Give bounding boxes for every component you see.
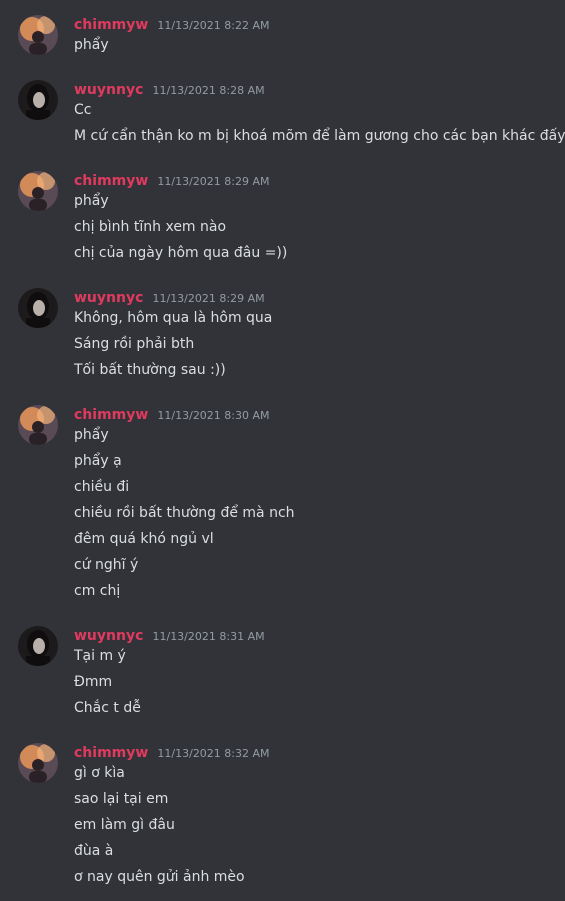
message-text: phẩy	[74, 193, 109, 209]
username[interactable]: wuynnyc	[74, 290, 143, 306]
message-header: chimmyw 11/13/2021 8:29 AM	[74, 171, 270, 189]
timestamp: 11/13/2021 8:32 AM	[157, 747, 270, 760]
message-text: đêm quá khó ngủ vl	[74, 531, 214, 547]
username[interactable]: chimmyw	[74, 407, 148, 423]
timestamp: 11/13/2021 8:30 AM	[157, 409, 270, 422]
message-text: chị bình tĩnh xem nào	[74, 219, 227, 235]
avatar[interactable]	[18, 288, 58, 328]
username[interactable]: chimmyw	[74, 173, 148, 189]
message-text: cm chị	[74, 583, 121, 599]
timestamp: 11/13/2021 8:31 AM	[152, 630, 265, 643]
message-header: chimmyw 11/13/2021 8:22 AM	[74, 15, 270, 33]
message-header: chimmyw 11/13/2021 8:32 AM	[74, 743, 270, 761]
message-header: wuynnyc 11/13/2021 8:29 AM	[74, 288, 265, 306]
message-text: Sáng rồi phải bth	[74, 336, 195, 352]
message-text: chiều đi	[74, 479, 130, 495]
message-header: wuynnyc 11/13/2021 8:28 AM	[74, 80, 265, 98]
message-text: Tối bất thường sau :))	[74, 362, 226, 378]
username[interactable]: chimmyw	[74, 745, 148, 761]
message-text: Chắc t dễ	[74, 700, 141, 716]
message-text: sao lại tại em	[74, 791, 169, 807]
message-text: chiều rồi bất thường để mà nch	[74, 505, 295, 521]
message-text: đùa à	[74, 843, 114, 859]
message-text: Đmm	[74, 674, 113, 690]
message-text: Cc	[74, 102, 92, 118]
message-text: M cứ cẩn thận ko m bị khoá mõm để làm gư…	[74, 128, 565, 144]
message-text: chị của ngày hôm qua đâu =))	[74, 245, 288, 261]
message-text: phẩy	[74, 427, 109, 443]
avatar[interactable]	[18, 15, 58, 55]
avatar[interactable]	[18, 743, 58, 783]
message-text: gì ơ kìa	[74, 765, 125, 781]
message-text: cứ nghĩ ý	[74, 557, 139, 573]
message-text: phẩy ạ	[74, 453, 122, 469]
avatar[interactable]	[18, 405, 58, 445]
avatar[interactable]	[18, 171, 58, 211]
username[interactable]: chimmyw	[74, 17, 148, 33]
username[interactable]: wuynnyc	[74, 82, 143, 98]
message-header: wuynnyc 11/13/2021 8:31 AM	[74, 626, 265, 644]
message-header: chimmyw 11/13/2021 8:30 AM	[74, 405, 270, 423]
message-text: Không, hôm qua là hôm qua	[74, 310, 273, 326]
message-text: Tại m ý	[74, 648, 126, 664]
username[interactable]: wuynnyc	[74, 628, 143, 644]
message-text: em làm gì đâu	[74, 817, 175, 833]
message-text: ơ nay quên gửi ảnh mèo	[74, 869, 245, 885]
avatar[interactable]	[18, 626, 58, 666]
message-text: phẩy	[74, 37, 109, 53]
timestamp: 11/13/2021 8:29 AM	[157, 175, 270, 188]
avatar[interactable]	[18, 80, 58, 120]
timestamp: 11/13/2021 8:29 AM	[152, 292, 265, 305]
timestamp: 11/13/2021 8:28 AM	[152, 84, 265, 97]
chat-log: chimmyw 11/13/2021 8:22 AM phẩy wuynnyc …	[0, 0, 565, 901]
timestamp: 11/13/2021 8:22 AM	[157, 19, 270, 32]
